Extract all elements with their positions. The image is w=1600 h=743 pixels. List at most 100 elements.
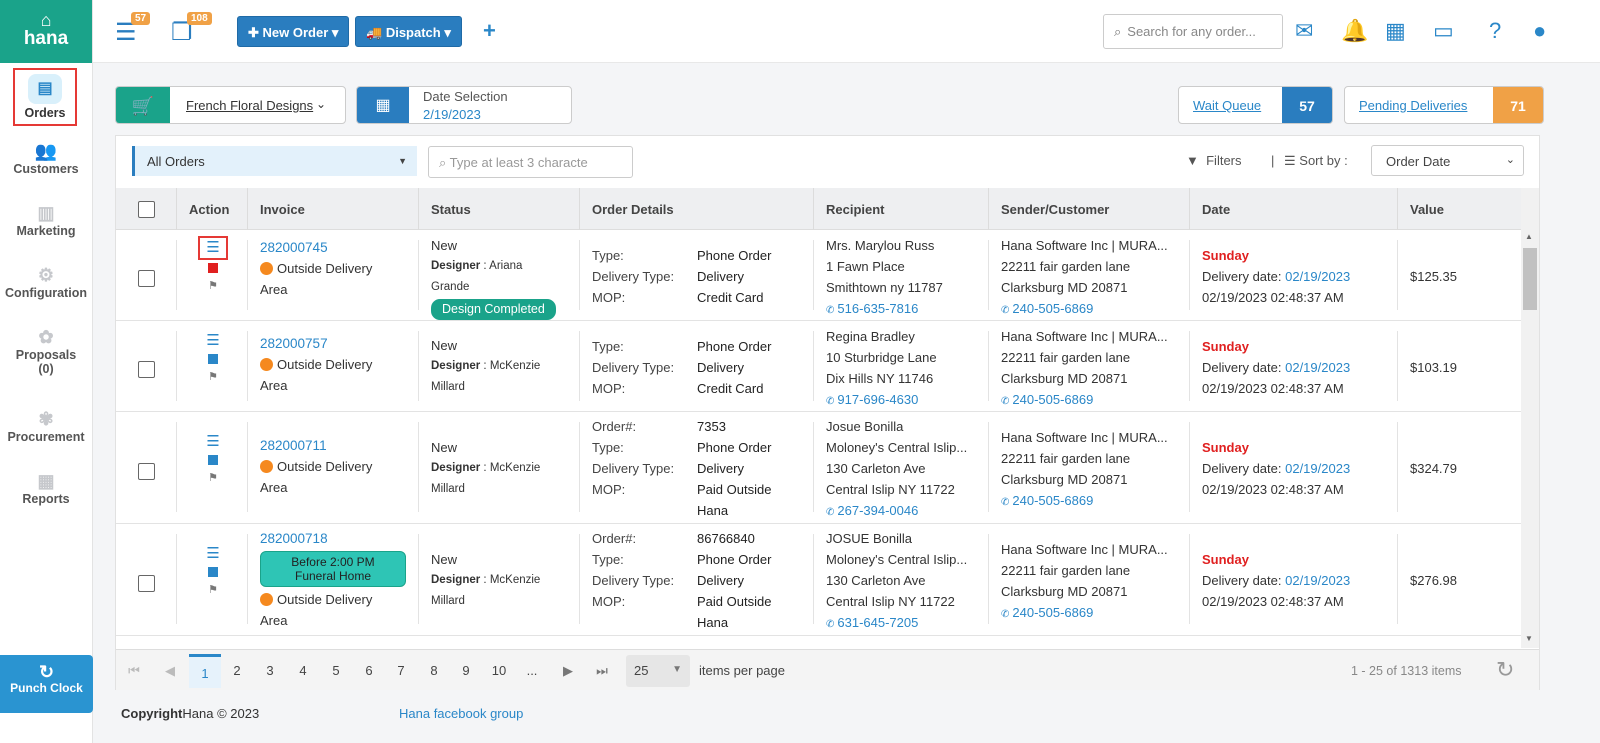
note-icon[interactable] <box>208 567 218 577</box>
sidebar-item-reports[interactable]: ▦ Reports <box>0 462 92 524</box>
col-header-sender[interactable]: Sender/Customer <box>1001 202 1109 217</box>
recipient-phone[interactable]: 267-394-0046 <box>837 503 918 518</box>
page-ellipsis[interactable]: ... <box>516 663 548 678</box>
sidebar-item-marketing[interactable]: ▥ Marketing <box>0 194 92 256</box>
row-menu-icon[interactable]: ☰ <box>204 331 222 351</box>
new-order-button[interactable]: ✚ New Order ▾ <box>237 16 350 47</box>
row-menu-icon[interactable]: ☰ <box>204 544 222 564</box>
caret-down-icon: ▾ <box>328 25 339 40</box>
sender-phone[interactable]: 240-505-6869 <box>1012 493 1093 508</box>
page-button[interactable]: 4 <box>287 663 319 678</box>
per-page-select[interactable]: 25 ▼ <box>626 655 690 687</box>
page-button[interactable]: 10 <box>483 663 515 678</box>
note-icon[interactable] <box>208 354 218 364</box>
row-checkbox[interactable] <box>138 575 155 592</box>
store-selector[interactable]: 🛒 French Floral Designs ⌄ <box>115 86 346 124</box>
first-page-icon[interactable]: ⏮ <box>118 663 150 679</box>
table-row[interactable]: ☰ ⚑ 282000718 Before 2:00 PM Funeral Hom… <box>116 524 1521 636</box>
sidebar-item-proposals[interactable]: ✿ Proposals (0) <box>0 318 92 400</box>
row-menu-icon[interactable]: ☰ <box>198 236 228 260</box>
sidebar-item-configuration[interactable]: ⚙ Configuration <box>0 256 92 318</box>
page-button[interactable]: 3 <box>254 663 286 678</box>
punch-clock-button[interactable]: ↻ Punch Clock <box>0 655 93 713</box>
col-header-date[interactable]: Date <box>1202 202 1230 217</box>
calendar-icon[interactable]: ▦ <box>1385 18 1406 44</box>
invoice-link[interactable]: 282000718 <box>260 528 406 549</box>
scroll-down-icon[interactable]: ▼ <box>1525 634 1533 643</box>
page-button[interactable]: 1 <box>189 654 221 688</box>
delivery-date-link[interactable]: 02/19/2023 <box>1285 269 1350 284</box>
col-header-value[interactable]: Value <box>1410 202 1444 217</box>
scroll-thumb[interactable] <box>1523 248 1537 310</box>
queue-stack-icon[interactable]: ☰ 57 <box>115 12 151 47</box>
page-button[interactable]: 7 <box>385 663 417 678</box>
row-checkbox[interactable] <box>138 463 155 480</box>
page-button[interactable]: 8 <box>418 663 450 678</box>
recipient-phone[interactable]: 631-645-7205 <box>837 615 918 630</box>
table-row[interactable]: ☰ ⚑ 282000745 Outside Delivery Area New … <box>116 230 1521 321</box>
detail-key: MOP: <box>592 381 626 396</box>
mail-icon[interactable]: ✉ <box>1295 18 1313 44</box>
facebook-group-link[interactable]: Hana facebook group <box>399 706 523 721</box>
flag-icon[interactable]: ⚑ <box>204 580 222 600</box>
sidebar-item-procurement[interactable]: ✾ Procurement <box>0 400 92 462</box>
pending-deliveries-button[interactable]: Pending Deliveries 71 <box>1344 86 1544 124</box>
sender-phone[interactable]: 240-505-6869 <box>1012 605 1093 620</box>
next-page-icon[interactable]: ▶ <box>552 663 584 679</box>
wait-queue-button[interactable]: Wait Queue 57 <box>1178 86 1333 124</box>
recipient-phone[interactable]: 516-635-7816 <box>837 301 918 316</box>
dispatch-button[interactable]: 🚚 Dispatch ▾ <box>355 16 462 47</box>
sender-phone[interactable]: 240-505-6869 <box>1012 301 1093 316</box>
page-button[interactable]: 6 <box>353 663 385 678</box>
help-icon[interactable]: ? <box>1489 18 1501 44</box>
col-header-recipient[interactable]: Recipient <box>826 202 885 217</box>
page-button[interactable]: 5 <box>320 663 352 678</box>
flag-icon[interactable]: ⚑ <box>204 367 222 387</box>
delivery-date-link[interactable]: 02/19/2023 <box>1285 461 1350 476</box>
select-all-checkbox[interactable] <box>138 201 155 218</box>
row-menu-icon[interactable]: ☰ <box>204 432 222 452</box>
detail-key: MOP: <box>592 482 626 497</box>
table-row[interactable]: ☰ ⚑ 282000711 Outside Delivery Area New … <box>116 412 1521 524</box>
page-button[interactable]: 2 <box>221 663 253 678</box>
note-icon[interactable] <box>208 455 218 465</box>
note-icon[interactable] <box>208 263 218 273</box>
recipient-phone[interactable]: 917-696-4630 <box>837 392 918 407</box>
table-row[interactable]: ☰ ⚑ 282000757 Outside Delivery Area New … <box>116 321 1521 412</box>
delivery-date-link[interactable]: 02/19/2023 <box>1285 573 1350 588</box>
order-search-input[interactable]: ⌕ Type at least 3 characte <box>428 146 633 178</box>
monitor-icon[interactable]: ▭ <box>1433 18 1454 44</box>
row-checkbox[interactable] <box>138 270 155 287</box>
invoice-link[interactable]: 282000745 <box>260 237 372 258</box>
refresh-icon[interactable]: ↻ <box>1496 657 1514 683</box>
sort-select[interactable]: Order Date ⌄ <box>1371 145 1524 176</box>
add-tab-button[interactable]: + <box>483 18 496 44</box>
user-icon[interactable]: ● <box>1533 18 1546 44</box>
hana-logo[interactable]: ⌂ hana <box>0 0 92 63</box>
last-page-icon[interactable]: ⏭ <box>586 663 618 679</box>
col-header-order-details[interactable]: Order Details <box>592 202 674 217</box>
table-scrollbar[interactable]: ▲ ▼ <box>1521 188 1539 648</box>
designer-label: Designer <box>431 360 481 372</box>
bell-icon[interactable]: 🔔 <box>1341 18 1368 44</box>
page-button[interactable]: 9 <box>450 663 482 678</box>
sender-city: Clarksburg MD 20871 <box>1001 584 1128 599</box>
scroll-up-icon[interactable]: ▲ <box>1525 232 1533 241</box>
date-selector[interactable]: ▦ Date Selection 2/19/2023 <box>356 86 572 124</box>
sidebar-item-customers[interactable]: 👥 Customers <box>0 132 92 194</box>
order-filter-select[interactable]: All Orders ▼ <box>132 146 417 176</box>
col-header-status[interactable]: Status <box>431 202 471 217</box>
col-header-invoice[interactable]: Invoice <box>260 202 305 217</box>
invoice-link[interactable]: 282000757 <box>260 333 372 354</box>
search-input[interactable]: ⌕ Search for any order... <box>1103 14 1283 49</box>
delivery-date-link[interactable]: 02/19/2023 <box>1285 360 1350 375</box>
copy-orders-icon[interactable]: ❐ 108 <box>171 12 212 47</box>
flag-icon[interactable]: ⚑ <box>204 276 222 296</box>
sidebar-item-orders[interactable]: ▤ Orders <box>13 68 77 126</box>
invoice-link[interactable]: 282000711 <box>260 435 372 456</box>
sender-phone[interactable]: 240-505-6869 <box>1012 392 1093 407</box>
prev-page-icon[interactable]: ◀ <box>154 663 186 679</box>
flag-icon[interactable]: ⚑ <box>204 468 222 488</box>
filters-button[interactable]: ▼ Filters <box>1186 153 1242 168</box>
row-checkbox[interactable] <box>138 361 155 378</box>
